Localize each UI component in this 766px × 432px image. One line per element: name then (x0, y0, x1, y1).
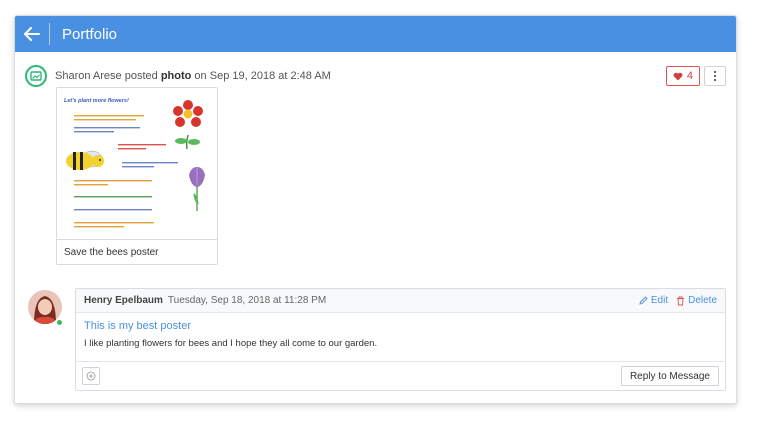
photo-card[interactable]: Let's plant more flowers! Save the bees … (56, 87, 218, 265)
poster-image: Let's plant more flowers! (60, 91, 214, 239)
post-type: photo (160, 70, 192, 82)
pencil-icon (639, 296, 648, 305)
trash-icon (677, 296, 685, 305)
comment-subject: This is my best poster (84, 320, 191, 332)
reply-to-message-button[interactable]: Reply to Message (620, 366, 719, 386)
more-options-button[interactable] (704, 66, 726, 86)
comment-author[interactable]: Henry Epelbaum (84, 295, 163, 306)
header-bar: Portfolio (15, 16, 736, 52)
post-author[interactable]: Sharon Arese (55, 70, 122, 82)
comment-date: Tuesday, Sep 18, 2018 at 11:28 PM (167, 295, 327, 306)
edit-label: Edit (650, 295, 669, 306)
post-date: Sep 19, 2018 at 2:48 AM (209, 70, 331, 82)
online-status-indicator (56, 319, 63, 326)
post-meta-text: Sharon Arese posted photo on Sep 19, 201… (55, 70, 331, 82)
edit-button[interactable]: Edit (639, 295, 668, 306)
arrow-left-icon (24, 27, 40, 41)
add-reaction-button[interactable] (82, 367, 100, 385)
page-title: Portfolio (62, 25, 118, 43)
like-button[interactable]: 4 (665, 66, 700, 86)
plus-icon (86, 371, 96, 381)
comment-header: Henry Epelbaum Tuesday, Sep 18, 2018 at … (76, 289, 725, 313)
post-type-badge (25, 65, 47, 87)
post-verb: posted (124, 70, 158, 82)
photo-caption: Save the bees poster (57, 239, 217, 264)
post-actions: 4 (665, 66, 726, 86)
photo-thumbnail[interactable]: Let's plant more flowers! (60, 91, 214, 239)
comment-body: I like planting flowers for bees and I h… (84, 338, 378, 349)
delete-label: Delete (688, 295, 717, 306)
comment-footer: Reply to Message (76, 361, 725, 390)
comment-actions: Edit Delete (639, 295, 717, 306)
post-on: on (194, 70, 207, 82)
heart-icon (673, 72, 683, 80)
like-count: 4 (686, 70, 693, 82)
post-meta-row: Sharon Arese posted photo on Sep 19, 201… (25, 63, 726, 89)
more-vertical-icon (713, 70, 717, 82)
comment-card: Henry Epelbaum Tuesday, Sep 18, 2018 at … (75, 288, 726, 391)
image-icon (30, 71, 42, 81)
back-button[interactable] (15, 16, 49, 52)
portfolio-card: Portfolio Sharon Arese posted photo on S… (14, 15, 737, 404)
delete-button[interactable]: Delete (676, 295, 717, 306)
poster-title: Let's plant more flowers! (64, 98, 129, 104)
